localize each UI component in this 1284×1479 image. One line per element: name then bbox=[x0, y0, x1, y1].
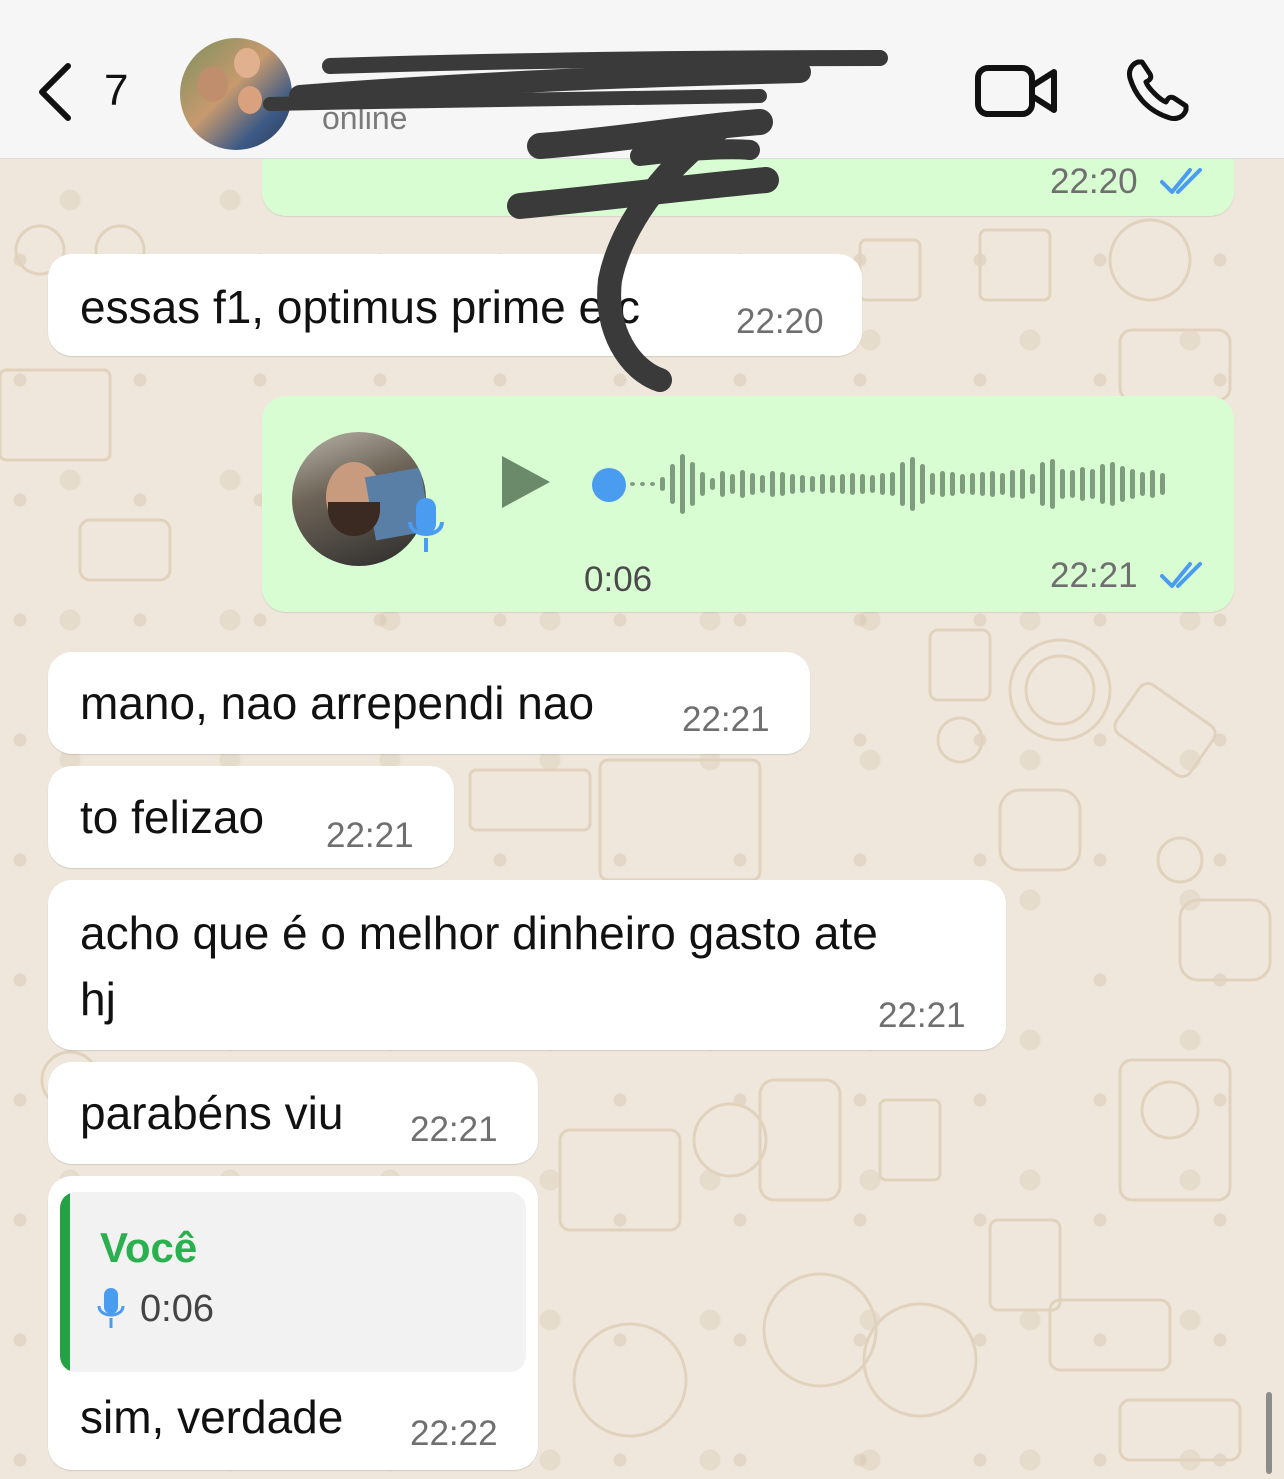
message-text: parabéns viu bbox=[80, 1087, 344, 1139]
waveform-bar bbox=[800, 475, 805, 493]
waveform-bar bbox=[690, 462, 695, 506]
waveform-bar bbox=[790, 474, 795, 494]
message-time: 22:21 bbox=[1050, 556, 1138, 595]
waveform-bar bbox=[660, 477, 665, 491]
waveform-bar bbox=[900, 462, 905, 506]
waveform-bar bbox=[700, 472, 705, 496]
waveform-bar bbox=[850, 473, 855, 495]
waveform-bar bbox=[860, 474, 865, 494]
message-time: 22:21 bbox=[410, 1110, 498, 1149]
message-time: 22:22 bbox=[410, 1414, 498, 1453]
waveform-bar bbox=[830, 475, 835, 493]
message-text: mano, nao arrependi nao bbox=[80, 677, 595, 729]
waveform-bar bbox=[1140, 472, 1145, 496]
waveform-bar bbox=[1060, 469, 1065, 499]
waveform-bar bbox=[680, 454, 685, 514]
playback-progress-handle[interactable] bbox=[592, 468, 626, 502]
waveform-bar bbox=[780, 472, 785, 496]
waveform-bar bbox=[640, 482, 645, 486]
waveform-bar bbox=[960, 474, 965, 494]
waveform-bar bbox=[630, 482, 635, 486]
waveform-bar bbox=[650, 482, 655, 486]
waveform-bar bbox=[1100, 464, 1105, 504]
waveform-bar bbox=[820, 474, 825, 494]
contact-status: online bbox=[322, 100, 408, 136]
waveform-bar bbox=[1090, 469, 1095, 499]
waveform-bar bbox=[810, 476, 815, 492]
chevron-left-icon[interactable] bbox=[36, 62, 76, 122]
unread-count[interactable]: 7 bbox=[104, 66, 128, 116]
voice-duration: 0:06 bbox=[584, 560, 653, 599]
waveform-bar bbox=[890, 472, 895, 496]
quoted-message[interactable]: Você 0:06 bbox=[60, 1192, 526, 1372]
chat-header: 7 online bbox=[0, 0, 1284, 159]
waveform-bar bbox=[1010, 470, 1015, 498]
waveform-bar bbox=[1070, 470, 1075, 498]
incoming-message[interactable]: acho que é o melhor dinheiro gasto ate h… bbox=[48, 880, 1006, 1050]
waveform-bar bbox=[1130, 469, 1135, 499]
waveform-bar bbox=[880, 473, 885, 495]
waveform-bar bbox=[1110, 462, 1115, 506]
waveform-bar bbox=[980, 472, 985, 496]
waveform-bar bbox=[1120, 466, 1125, 502]
message-text: sim, verdade bbox=[80, 1391, 344, 1443]
waveform-bar bbox=[750, 473, 755, 495]
waveform-bar bbox=[1040, 462, 1045, 506]
voice-waveform[interactable] bbox=[628, 444, 1188, 524]
waveform-bar bbox=[710, 478, 715, 490]
waveform-bar bbox=[720, 471, 725, 497]
waveform-bar bbox=[970, 473, 975, 495]
incoming-message[interactable]: essas f1, optimus prime etc 22:20 bbox=[48, 254, 862, 356]
waveform-bar bbox=[1020, 469, 1025, 499]
incoming-message[interactable]: parabéns viu 22:21 bbox=[48, 1062, 538, 1164]
waveform-bar bbox=[1160, 473, 1165, 495]
message-time: 22:21 bbox=[878, 996, 966, 1035]
incoming-reply-message[interactable]: Você 0:06 sim, verdade 22:22 bbox=[48, 1176, 538, 1470]
waveform-bar bbox=[1150, 470, 1155, 498]
incoming-message[interactable]: to felizao 22:21 bbox=[48, 766, 454, 868]
message-text: essas f1, optimus prime etc bbox=[80, 281, 640, 333]
message-text: to felizao bbox=[80, 791, 265, 843]
microphone-icon bbox=[97, 1288, 125, 1328]
incoming-message[interactable]: mano, nao arrependi nao 22:21 bbox=[48, 652, 810, 754]
waveform-bar bbox=[1000, 473, 1005, 495]
double-check-icon bbox=[1160, 562, 1202, 588]
waveform-bar bbox=[990, 471, 995, 497]
message-text-line-1: acho que é o melhor dinheiro gasto ate bbox=[80, 907, 878, 959]
message-time: 22:20 bbox=[1050, 162, 1138, 201]
outgoing-voice-message[interactable]: 0:06 22:21 bbox=[262, 396, 1234, 612]
double-check-icon bbox=[1160, 168, 1202, 194]
waveform-bar bbox=[1080, 467, 1085, 501]
waveform-bar bbox=[1050, 459, 1055, 509]
quote-voice-duration: 0:06 bbox=[140, 1288, 214, 1330]
play-icon[interactable] bbox=[500, 454, 552, 510]
quote-accent-bar bbox=[60, 1192, 70, 1372]
contact-avatar[interactable] bbox=[180, 38, 292, 150]
phone-icon[interactable] bbox=[1124, 56, 1192, 124]
video-camera-icon[interactable] bbox=[974, 62, 1058, 120]
waveform-bar bbox=[930, 473, 935, 495]
message-time: 22:21 bbox=[682, 700, 770, 739]
waveform-bar bbox=[870, 475, 875, 493]
waveform-bar bbox=[740, 470, 745, 498]
quote-author: Você bbox=[100, 1224, 198, 1271]
message-time: 22:20 bbox=[736, 302, 824, 341]
waveform-bar bbox=[920, 464, 925, 504]
waveform-bar bbox=[910, 457, 915, 511]
message-text-line-2: hj bbox=[80, 973, 116, 1025]
waveform-bar bbox=[940, 471, 945, 497]
waveform-bar bbox=[950, 472, 955, 496]
waveform-bar bbox=[840, 474, 845, 494]
microphone-icon bbox=[408, 498, 444, 552]
waveform-bar bbox=[730, 474, 735, 494]
waveform-bar bbox=[770, 471, 775, 497]
waveform-bar bbox=[1030, 474, 1035, 494]
message-time: 22:21 bbox=[326, 816, 414, 855]
waveform-bar bbox=[670, 464, 675, 504]
waveform-bar bbox=[760, 475, 765, 493]
scrollbar[interactable] bbox=[1266, 1392, 1272, 1474]
